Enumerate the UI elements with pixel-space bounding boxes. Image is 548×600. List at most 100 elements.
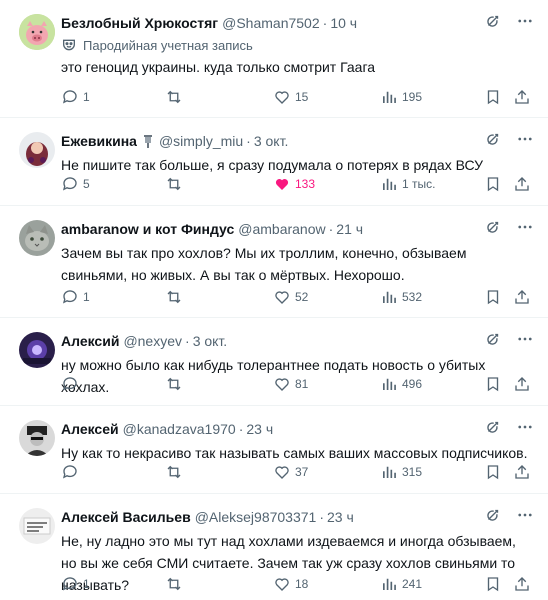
- action-bar: 37 315: [61, 462, 534, 482]
- like-button[interactable]: 52: [273, 287, 308, 307]
- share-button[interactable]: [513, 462, 531, 482]
- views-icon: [383, 466, 396, 478]
- author-handle[interactable]: @nexyev: [123, 333, 182, 349]
- share-button[interactable]: [513, 287, 531, 307]
- action-bar: 1 52 532: [61, 287, 534, 307]
- avatar[interactable]: [19, 132, 55, 168]
- retweet-icon: [167, 577, 181, 591]
- reply-button[interactable]: 1: [61, 87, 90, 107]
- author-name[interactable]: Алексей Васильев: [61, 509, 191, 525]
- retweet-button[interactable]: [165, 374, 187, 394]
- timestamp[interactable]: 10 ч: [330, 15, 357, 31]
- like-button[interactable]: 37: [273, 462, 308, 482]
- timestamp[interactable]: 21 ч: [336, 221, 363, 237]
- more-icon[interactable]: [516, 330, 534, 348]
- grok-icon[interactable]: [484, 12, 502, 30]
- bookmark-button[interactable]: [484, 174, 502, 194]
- reply-button[interactable]: 5: [61, 174, 90, 194]
- retweet-button[interactable]: [165, 87, 187, 107]
- more-icon[interactable]: [516, 218, 534, 236]
- reply-button[interactable]: 1: [61, 287, 90, 307]
- author-name[interactable]: Алексий: [61, 333, 119, 349]
- tweet-text: Не пишите так больше, я сразу подумала о…: [61, 157, 484, 173]
- reply-tweet[interactable]: Ежевикина @simply_miu · 3 окт. Не пишите…: [0, 118, 548, 206]
- avatar[interactable]: [19, 332, 55, 368]
- views-button[interactable]: 496: [380, 374, 422, 394]
- views-icon: [383, 91, 396, 103]
- reply-tweet[interactable]: Алексий @nexyev · 3 окт. ну можно было к…: [0, 318, 548, 406]
- avatar[interactable]: [19, 508, 55, 544]
- like-button[interactable]: 15: [273, 87, 308, 107]
- reply-icon: [62, 377, 77, 391]
- reply-button[interactable]: 1: [61, 574, 90, 594]
- reply-button[interactable]: [61, 462, 83, 482]
- author-name[interactable]: Безлобный Хрюкостяг: [61, 15, 218, 31]
- more-icon[interactable]: [516, 418, 534, 436]
- heart-icon: [275, 578, 289, 591]
- share-button[interactable]: [513, 574, 531, 594]
- author-handle[interactable]: @Shaman7502: [222, 15, 320, 31]
- heart-icon: [275, 466, 289, 479]
- like-button[interactable]: 81: [273, 374, 308, 394]
- grok-icon[interactable]: [484, 418, 502, 436]
- heart-filled-icon: [275, 179, 289, 190]
- heart-icon: [275, 291, 289, 304]
- author-name[interactable]: Алексей: [61, 421, 119, 437]
- reply-icon: [62, 465, 77, 479]
- views-button[interactable]: 315: [380, 462, 422, 482]
- author-handle[interactable]: @simply_miu: [159, 133, 243, 149]
- author-handle[interactable]: @ambaranow: [238, 221, 325, 237]
- share-button[interactable]: [513, 174, 531, 194]
- retweet-button[interactable]: [165, 462, 187, 482]
- views-button[interactable]: 532: [380, 287, 422, 307]
- more-icon[interactable]: [516, 506, 534, 524]
- retweet-icon: [167, 377, 181, 391]
- reply-feed: Безлобный Хрюкостяг @Shaman7502 · 10 ч П…: [0, 0, 548, 600]
- reply-tweet[interactable]: Алексей @kanadzava1970 · 23 ч Ну как то …: [0, 406, 548, 494]
- bookmark-icon: [487, 577, 499, 592]
- grok-icon[interactable]: [484, 218, 502, 236]
- views-icon: [383, 178, 396, 190]
- views-button[interactable]: 241: [380, 574, 422, 594]
- share-icon: [515, 465, 529, 479]
- reply-button[interactable]: [61, 374, 83, 394]
- retweet-icon: [167, 465, 181, 479]
- timestamp[interactable]: 3 окт.: [193, 333, 228, 349]
- like-button[interactable]: 18: [273, 574, 308, 594]
- bookmark-button[interactable]: [484, 87, 502, 107]
- bookmark-button[interactable]: [484, 287, 502, 307]
- share-icon: [515, 90, 529, 104]
- bookmark-button[interactable]: [484, 574, 502, 594]
- more-icon[interactable]: [516, 12, 534, 30]
- views-button[interactable]: 195: [380, 87, 422, 107]
- author-name[interactable]: ambaranow и кот Финдус: [61, 221, 234, 237]
- timestamp[interactable]: 23 ч: [246, 421, 273, 437]
- views-button[interactable]: 1 тыс.: [380, 174, 435, 194]
- grok-icon[interactable]: [484, 506, 502, 524]
- grok-icon[interactable]: [484, 130, 502, 148]
- like-button[interactable]: 133: [273, 174, 315, 194]
- avatar[interactable]: [19, 220, 55, 256]
- retweet-button[interactable]: [165, 574, 187, 594]
- more-icon[interactable]: [516, 130, 534, 148]
- author-name[interactable]: Ежевикина: [61, 133, 137, 149]
- timestamp[interactable]: 3 окт.: [254, 133, 289, 149]
- retweet-icon: [167, 290, 181, 304]
- bookmark-icon: [487, 377, 499, 392]
- bookmark-button[interactable]: [484, 462, 502, 482]
- timestamp[interactable]: 23 ч: [327, 509, 354, 525]
- reply-tweet[interactable]: Безлобный Хрюкостяг @Shaman7502 · 10 ч П…: [0, 0, 548, 118]
- author-handle[interactable]: @kanadzava1970: [123, 421, 236, 437]
- share-button[interactable]: [513, 87, 531, 107]
- retweet-button[interactable]: [165, 287, 187, 307]
- avatar[interactable]: [19, 420, 55, 456]
- grok-icon[interactable]: [484, 330, 502, 348]
- bookmark-button[interactable]: [484, 374, 502, 394]
- share-button[interactable]: [513, 374, 531, 394]
- avatar[interactable]: [19, 14, 55, 50]
- retweet-button[interactable]: [165, 174, 187, 194]
- bookmark-icon: [487, 90, 499, 105]
- reply-tweet[interactable]: Алексей Васильев @Aleksej98703371 · 23 ч…: [0, 494, 548, 600]
- reply-tweet[interactable]: ambaranow и кот Финдус @ambaranow · 21 ч…: [0, 206, 548, 318]
- author-handle[interactable]: @Aleksej98703371: [195, 509, 317, 525]
